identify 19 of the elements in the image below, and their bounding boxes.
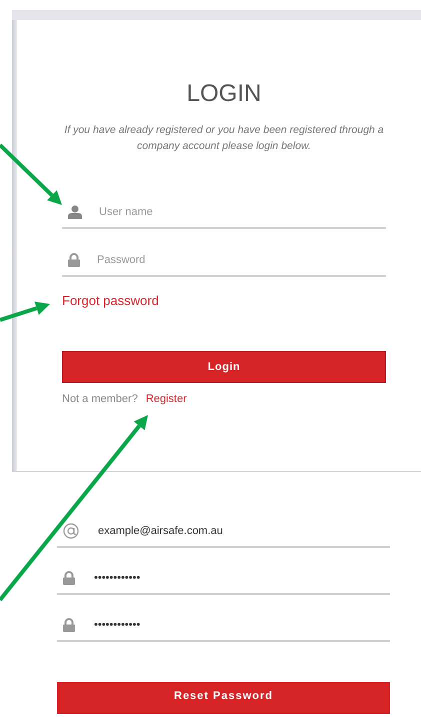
- annotation-arrow: [0, 302, 50, 322]
- annotation-arrow: [0, 144, 62, 205]
- login-instructions: If you have already registered or you have been registered through a company account please login below.: [63, 123, 385, 154]
- lock-icon: [63, 571, 75, 585]
- input-field[interactable]: ••••••••••••: [57, 610, 390, 642]
- user-icon: [68, 205, 82, 219]
- login-title: LOGIN: [186, 80, 262, 108]
- login-button[interactable]: Login: [62, 351, 386, 383]
- input-field[interactable]: example@airsafe.com.au: [57, 516, 390, 548]
- register-link[interactable]: Register: [146, 392, 187, 406]
- lock-icon: [63, 618, 75, 632]
- forgot-password-link[interactable]: Forgot password: [62, 293, 159, 309]
- input-field[interactable]: User name: [62, 197, 386, 229]
- reset-password-button[interactable]: Reset Password: [57, 682, 390, 714]
- input-field[interactable]: Password: [62, 245, 386, 277]
- input-field[interactable]: ••••••••••••: [57, 563, 390, 595]
- at-sign-icon: [63, 523, 79, 539]
- lock-icon: [68, 253, 80, 267]
- register-prompt: Not a member?: [62, 392, 138, 406]
